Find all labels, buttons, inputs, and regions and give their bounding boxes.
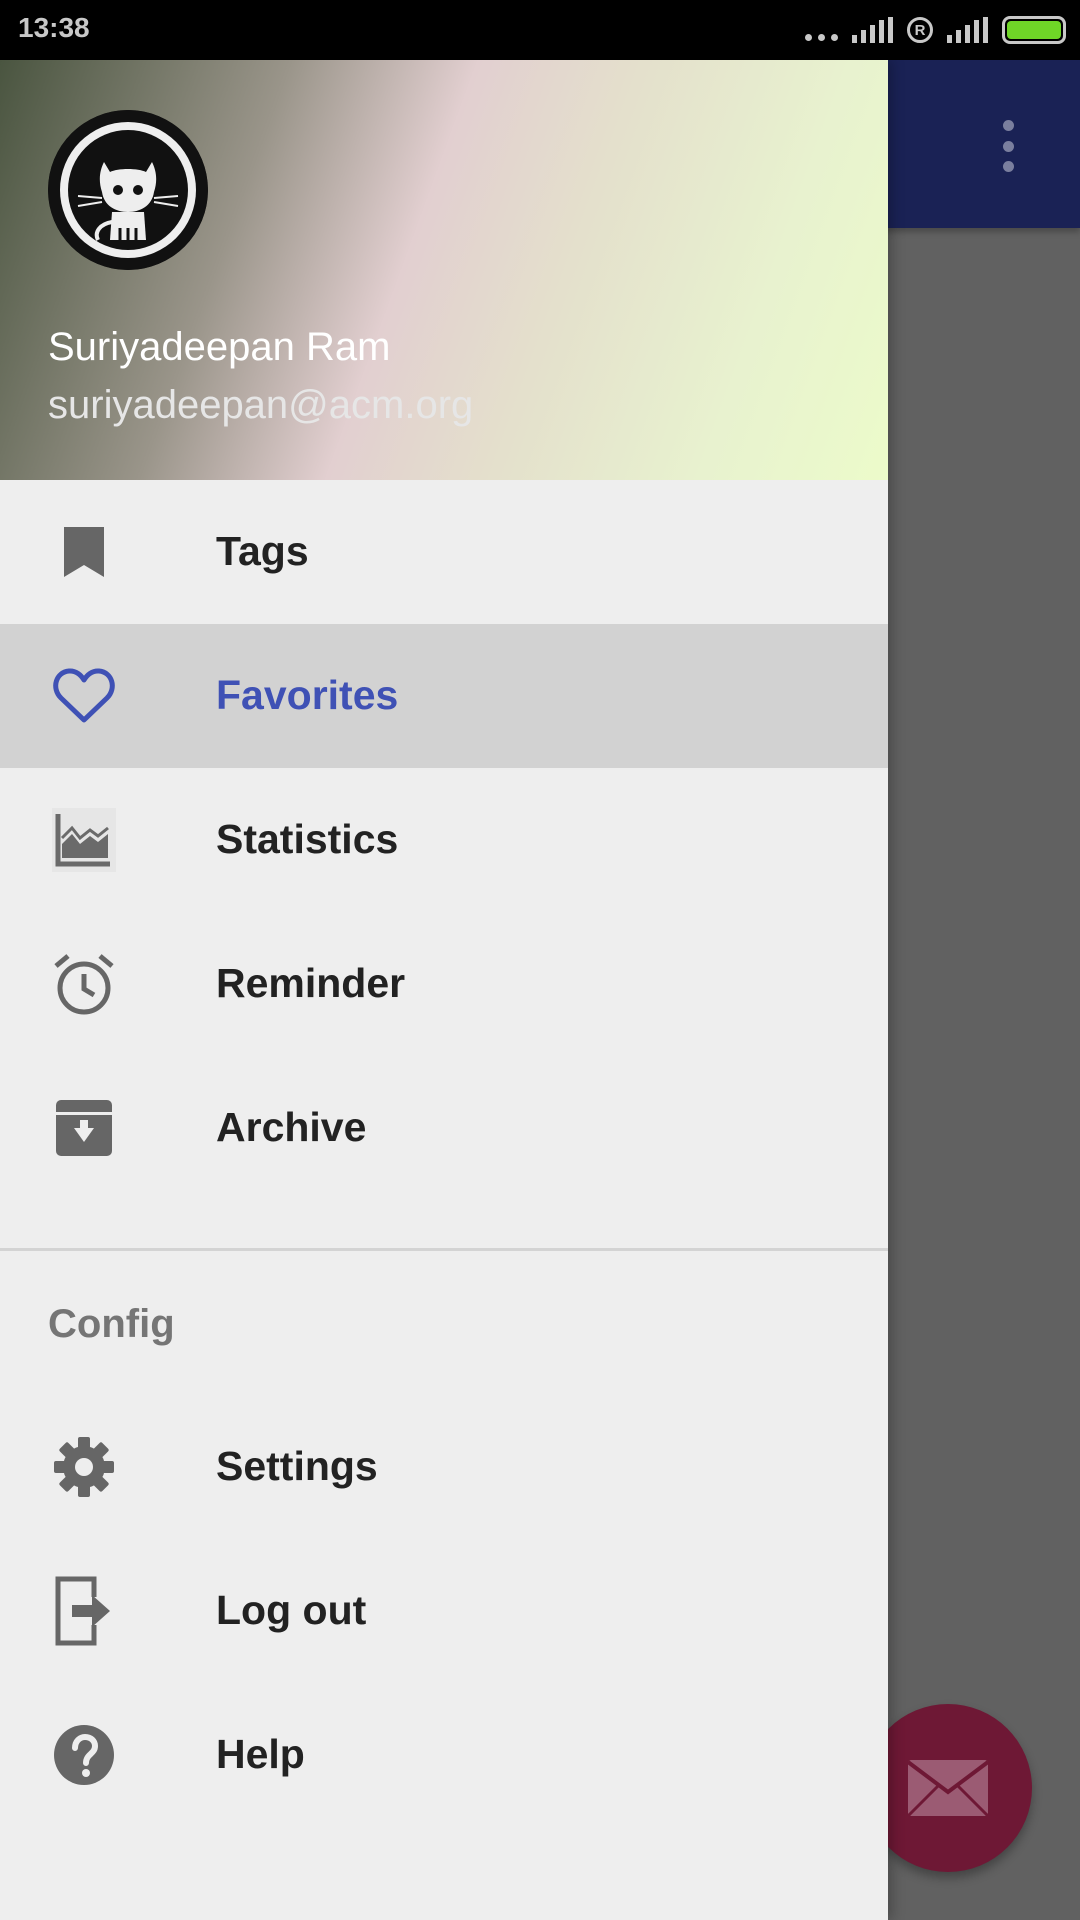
heart-outline-icon bbox=[48, 666, 120, 726]
menu-item-archive[interactable]: Archive bbox=[0, 1056, 888, 1200]
chart-icon bbox=[48, 808, 120, 872]
menu-item-label: Favorites bbox=[216, 672, 399, 718]
roaming-icon: R bbox=[907, 17, 933, 43]
signal-icon bbox=[852, 17, 893, 43]
menu-item-label: Help bbox=[216, 1731, 305, 1777]
email-icon bbox=[906, 1760, 990, 1818]
logout-icon bbox=[48, 1576, 120, 1646]
user-email: suriyadeepan@acm.org bbox=[48, 383, 474, 427]
more-vert-icon[interactable] bbox=[1000, 120, 1016, 172]
menu-divider bbox=[0, 1248, 888, 1251]
user-name: Suriyadeepan Ram bbox=[48, 325, 391, 369]
help-icon bbox=[48, 1725, 120, 1785]
battery-icon bbox=[1002, 16, 1066, 44]
menu-item-reminder[interactable]: Reminder bbox=[0, 912, 888, 1056]
primary-menu: Tags Favorites Statistics Reminder Archi… bbox=[0, 480, 888, 1200]
menu-item-label: Statistics bbox=[216, 816, 399, 862]
bookmark-icon bbox=[48, 522, 120, 582]
menu-item-favorites[interactable]: Favorites bbox=[0, 624, 888, 768]
status-icons: R bbox=[805, 12, 1066, 48]
menu-item-label: Settings bbox=[216, 1443, 378, 1489]
menu-item-label: Tags bbox=[216, 528, 309, 574]
status-bar: 13:38 R bbox=[0, 0, 1080, 60]
compose-email-button[interactable] bbox=[864, 1704, 1032, 1872]
archive-icon bbox=[48, 1098, 120, 1158]
menu-item-label: Archive bbox=[216, 1104, 367, 1150]
menu-item-settings[interactable]: Settings bbox=[0, 1395, 888, 1539]
menu-item-statistics[interactable]: Statistics bbox=[0, 768, 888, 912]
github-octocat-icon bbox=[48, 110, 208, 270]
section-title-config: Config bbox=[48, 1302, 175, 1346]
status-time: 13:38 bbox=[18, 12, 90, 43]
avatar[interactable] bbox=[48, 110, 208, 270]
config-menu: Settings Log out Help bbox=[0, 1395, 888, 1827]
signal-icon-2 bbox=[947, 17, 988, 43]
menu-item-label: Reminder bbox=[216, 960, 406, 1006]
drawer-header: Suriyadeepan Ram suriyadeepan@acm.org bbox=[0, 60, 888, 480]
more-notifications-icon bbox=[805, 17, 838, 43]
navigation-drawer: Suriyadeepan Ram suriyadeepan@acm.org Ta… bbox=[0, 60, 888, 1920]
menu-item-label: Log out bbox=[216, 1587, 367, 1633]
gear-icon bbox=[48, 1437, 120, 1497]
menu-item-tags[interactable]: Tags bbox=[0, 480, 888, 624]
alarm-clock-icon bbox=[48, 954, 120, 1015]
menu-item-help[interactable]: Help bbox=[0, 1683, 888, 1827]
menu-item-logout[interactable]: Log out bbox=[0, 1539, 888, 1683]
